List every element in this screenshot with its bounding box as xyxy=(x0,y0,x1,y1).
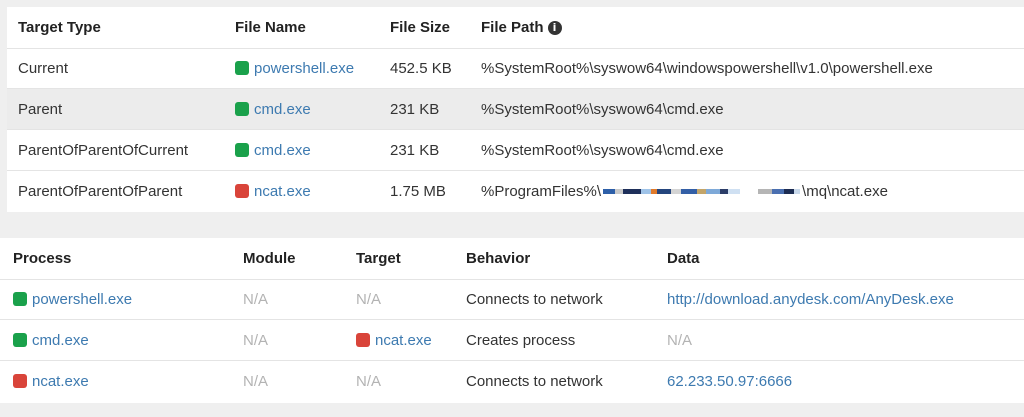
file-size-cell: 1.75 MB xyxy=(390,182,446,200)
target-type-cell: ParentOfParentOfCurrent xyxy=(18,141,189,159)
status-green-icon xyxy=(13,292,27,306)
target-label: ncat.exe xyxy=(375,331,432,349)
file-name-link[interactable]: cmd.exe xyxy=(235,89,311,129)
info-icon[interactable]: i xyxy=(547,20,562,35)
process-link[interactable]: ncat.exe xyxy=(13,361,89,401)
file-name-label: cmd.exe xyxy=(254,100,311,118)
status-red-icon xyxy=(13,374,27,388)
files-table: Target Type File Name File Size File Pat… xyxy=(7,7,1024,212)
table-row: cmd.exe N/A ncat.exe Creates process N/A xyxy=(0,320,1024,361)
table-row: powershell.exe N/A N/A Connects to netwo… xyxy=(0,279,1024,320)
status-green-icon xyxy=(235,143,249,157)
module-cell: N/A xyxy=(243,331,269,349)
target-type-cell: ParentOfParentOfParent xyxy=(18,182,183,200)
file-name-link[interactable]: ncat.exe xyxy=(235,171,311,211)
file-name-label: ncat.exe xyxy=(254,182,311,200)
behavior-table-header: Process Module Target Behavior Data xyxy=(0,238,1024,280)
table-row: ParentOfParentOfParent ncat.exe 1.75 MB … xyxy=(7,171,1024,211)
table-row: ncat.exe N/A N/A Connects to network 62.… xyxy=(0,361,1024,401)
header-file-size[interactable]: File Size xyxy=(390,7,450,48)
file-name-link[interactable]: powershell.exe xyxy=(235,48,354,88)
file-path-cell: %SystemRoot%\syswow64\cmd.exe xyxy=(481,100,724,118)
header-file-path-label: File Path xyxy=(481,19,544,36)
file-size-cell: 231 KB xyxy=(390,100,440,118)
file-path-cell: %ProgramFiles%\ \mq\ncat.exe xyxy=(481,171,888,211)
behavior-cell: Creates process xyxy=(466,331,576,349)
file-size-cell: 231 KB xyxy=(390,141,440,159)
files-table-header: Target Type File Name File Size File Pat… xyxy=(7,7,1024,49)
process-label: powershell.exe xyxy=(32,290,133,308)
process-link[interactable]: cmd.exe xyxy=(13,320,89,360)
header-file-name[interactable]: File Name xyxy=(235,7,306,48)
file-path-prefix: %ProgramFiles%\ xyxy=(481,182,602,200)
status-green-icon xyxy=(235,102,249,116)
target-type-cell: Parent xyxy=(18,100,63,118)
table-row: Current powershell.exe 452.5 KB %SystemR… xyxy=(7,48,1024,89)
target-cell: N/A xyxy=(356,290,382,308)
process-link[interactable]: powershell.exe xyxy=(13,279,132,319)
behavior-table: Process Module Target Behavior Data powe… xyxy=(0,238,1024,403)
header-module[interactable]: Module xyxy=(243,238,296,279)
target-link[interactable]: ncat.exe xyxy=(356,320,432,360)
data-link[interactable]: http://download.anydesk.com/AnyDesk.exe xyxy=(667,279,954,319)
header-target[interactable]: Target xyxy=(356,238,401,279)
file-name-label: powershell.exe xyxy=(254,59,355,77)
target-cell: N/A xyxy=(356,372,382,390)
behavior-cell: Connects to network xyxy=(466,290,603,308)
status-green-icon xyxy=(13,333,27,347)
header-data[interactable]: Data xyxy=(667,238,700,279)
file-path-cell: %SystemRoot%\syswow64\cmd.exe xyxy=(481,141,724,159)
status-red-icon xyxy=(356,333,370,347)
target-type-cell: Current xyxy=(18,59,69,77)
file-path-cell: %SystemRoot%\syswow64\windowspowershell\… xyxy=(481,59,933,77)
process-label: ncat.exe xyxy=(32,372,89,390)
data-cell: N/A xyxy=(667,331,693,349)
file-size-cell: 452.5 KB xyxy=(390,59,452,77)
status-red-icon xyxy=(235,184,249,198)
header-process[interactable]: Process xyxy=(13,238,71,279)
module-cell: N/A xyxy=(243,290,269,308)
header-file-path[interactable]: File Path i xyxy=(481,7,562,48)
file-path-suffix: \mq\ncat.exe xyxy=(802,182,888,200)
status-green-icon xyxy=(235,61,249,75)
process-label: cmd.exe xyxy=(32,331,89,349)
data-link[interactable]: 62.233.50.97:6666 xyxy=(667,361,792,401)
redacted-path-segment xyxy=(603,184,801,198)
table-row: ParentOfParentOfCurrent cmd.exe 231 KB %… xyxy=(7,130,1024,171)
file-name-link[interactable]: cmd.exe xyxy=(235,130,311,170)
behavior-cell: Connects to network xyxy=(466,372,603,390)
header-behavior[interactable]: Behavior xyxy=(466,238,530,279)
table-row: Parent cmd.exe 231 KB %SystemRoot%\syswo… xyxy=(7,89,1024,130)
file-name-label: cmd.exe xyxy=(254,141,311,159)
header-target-type[interactable]: Target Type xyxy=(18,7,101,48)
module-cell: N/A xyxy=(243,372,269,390)
